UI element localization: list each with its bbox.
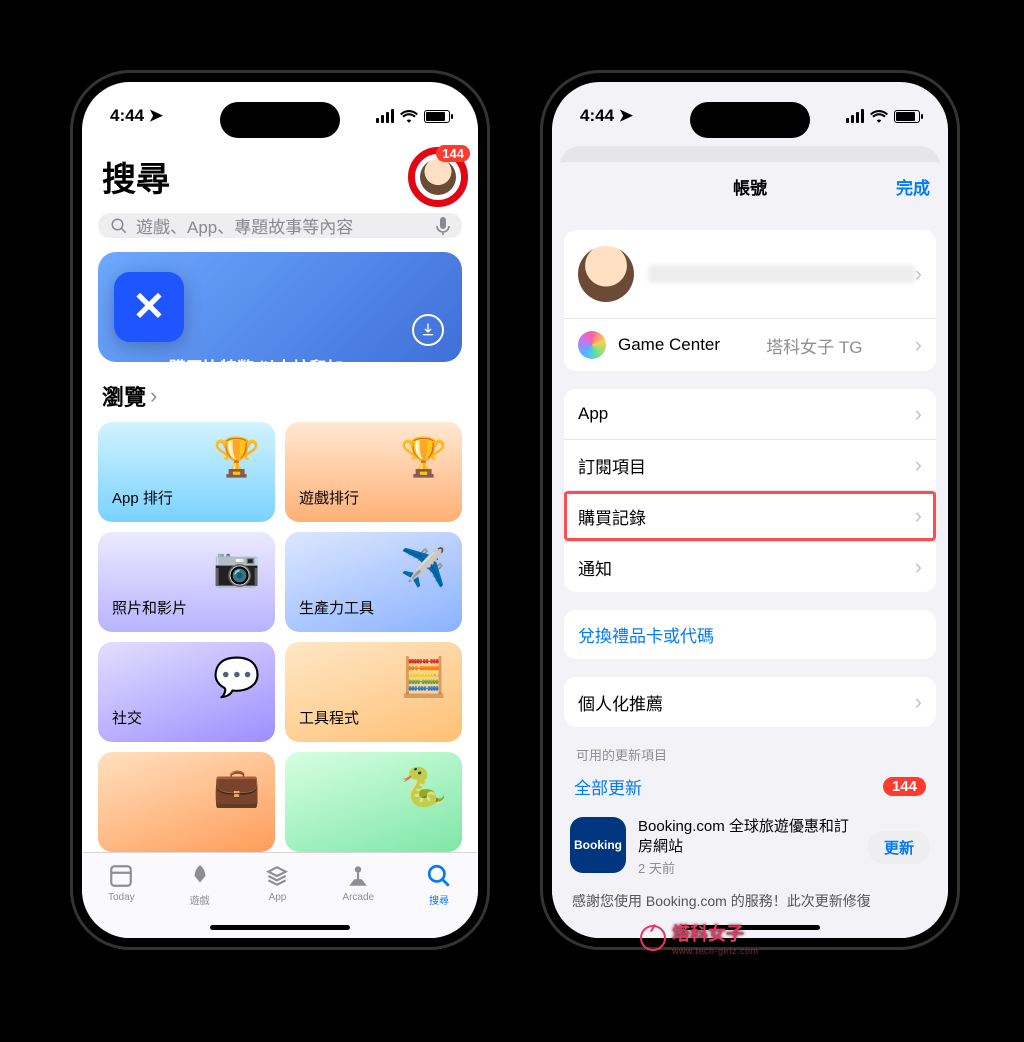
watermark-icon [640,925,666,951]
paperplane-icon: ✈️ [396,540,452,596]
status-time: 4:44 ➤ [580,106,633,126]
download-icon [420,322,436,338]
watermark: 塔科女子 www.tech-girlz.com [640,920,759,956]
cell-notifications[interactable]: 通知› [564,541,936,592]
cell-subscriptions[interactable]: 訂閱項目› [564,439,936,490]
promo-app-icon: ✕ [114,272,184,342]
battery-icon [894,110,920,123]
app-update-row[interactable]: Booking Booking.com 全球旅遊優惠和訂房網站 2 天前 更新 [552,807,948,887]
screen-left: 4:44 ➤ 搜尋 144 遊戲、 [82,82,478,938]
status-indicators [846,109,920,123]
tab-today[interactable]: Today [108,863,135,938]
rocket-icon [187,863,213,889]
briefcase-icon: 💼 [209,760,265,816]
dynamic-island [220,102,340,138]
booking-app-icon: Booking [570,817,626,873]
avatar-icon [420,159,456,195]
account-sheet: 帳號 完成 › Game Center 塔科女子 TG › [552,162,948,938]
signal-icon [846,109,864,123]
dynamic-island [690,102,810,138]
profile-cell[interactable]: › [564,230,936,318]
chevron-right-icon: › [915,261,922,287]
updates-header: 可用的更新項目 [552,727,948,768]
home-indicator[interactable] [210,925,350,930]
update-button[interactable]: 更新 [868,831,930,864]
sheet-title: 帳號 [733,174,767,199]
update-all-button[interactable]: 全部更新 [574,774,642,799]
tile-utilities[interactable]: 🧮工具程式 [285,642,462,742]
tile-productivity[interactable]: ✈️生產力工具 [285,532,462,632]
tile-social[interactable]: 💬社交 [98,642,275,742]
tab-games[interactable]: 遊戲 [187,863,213,938]
today-icon [108,863,134,889]
trophy-icon: 🏆 [209,430,265,486]
chat-icon: 💬 [209,650,265,706]
promo-card[interactable]: ✕ BingX:購買比特幣 以太坊和加... 廣告 財經 [98,252,462,362]
tile-top-games[interactable]: 🏆遊戲排行 [285,422,462,522]
search-icon [110,217,128,235]
tile-item[interactable]: 💼 [98,752,275,852]
game-center-cell[interactable]: Game Center 塔科女子 TG › [564,318,936,371]
chevron-right-icon: › [915,554,922,580]
signal-icon [376,109,394,123]
cell-redeem[interactable]: 兌換禮品卡或代碼 [564,610,936,659]
chevron-right-icon: › [915,689,922,715]
account-items-group: App› 訂閱項目› 購買記錄› 通知› [564,389,936,592]
done-button[interactable]: 完成 [896,174,930,199]
location-arrow-icon: ➤ [619,106,633,125]
screen-right: 4:44 ➤ 帳號 完成 › [552,82,948,938]
mic-icon[interactable] [436,216,450,236]
sheet-header: 帳號 完成 [552,162,948,212]
battery-icon [424,110,450,123]
tab-search[interactable]: 搜尋 [426,863,452,938]
browse-grid: 🏆App 排行 🏆遊戲排行 📷照片和影片 ✈️生產力工具 💬社交 🧮工具程式 💼… [82,422,478,852]
account-avatar-button[interactable]: 144 [418,157,458,197]
profile-name-hidden [648,265,915,283]
chevron-right-icon: › [915,332,922,358]
calculator-icon: 🧮 [396,650,452,706]
promo-title: BingX:購買比特幣 以太坊和加... [114,354,446,362]
game-center-icon [578,331,606,359]
game-center-value: 塔科女子 TG [766,333,868,358]
cell-personalized[interactable]: 個人化推薦› [564,677,936,727]
search-icon [426,863,452,889]
app-update-time: 2 天前 [638,858,856,877]
chevron-right-icon: › [915,503,922,529]
wifi-icon [870,109,888,123]
redeem-group: 兌換禮品卡或代碼 [564,610,936,659]
chevron-right-icon: › [915,401,922,427]
app-changelog: 感謝您使用 Booking.com 的服務！此次更新修復 [552,887,948,921]
browse-section-header[interactable]: 瀏覽 › [82,362,478,422]
chevron-right-icon: › [915,452,922,478]
apps-icon [264,863,290,889]
cell-purchase-history[interactable]: 購買記錄› [564,490,936,541]
avatar-icon [578,246,634,302]
download-button[interactable] [412,314,444,346]
arcade-icon [345,863,371,889]
status-indicators [376,109,450,123]
chevron-right-icon: › [150,383,157,409]
phone-left: 4:44 ➤ 搜尋 144 遊戲、 [70,70,490,950]
cell-app[interactable]: App› [564,389,936,439]
status-time: 4:44 ➤ [110,106,163,126]
snake-icon: 🐍 [396,760,452,816]
search-input[interactable]: 遊戲、App、專題故事等內容 [98,213,462,238]
wifi-icon [400,109,418,123]
tile-top-apps[interactable]: 🏆App 排行 [98,422,275,522]
search-placeholder: 遊戲、App、專題故事等內容 [136,213,353,238]
updates-count-badge: 144 [883,777,926,796]
phone-right: 4:44 ➤ 帳號 完成 › [540,70,960,950]
tile-photo-video[interactable]: 📷照片和影片 [98,532,275,632]
updates-badge: 144 [436,145,470,162]
tile-item[interactable]: 🐍 [285,752,462,852]
camera-icon: 📷 [209,540,265,596]
account-profile-group: › Game Center 塔科女子 TG › [564,230,936,371]
app-update-name: Booking.com 全球旅遊優惠和訂房網站 [638,817,856,856]
trophy-icon: 🏆 [396,430,452,486]
personalized-group: 個人化推薦› [564,677,936,727]
location-arrow-icon: ➤ [149,106,163,125]
page-title: 搜尋 [102,152,170,201]
